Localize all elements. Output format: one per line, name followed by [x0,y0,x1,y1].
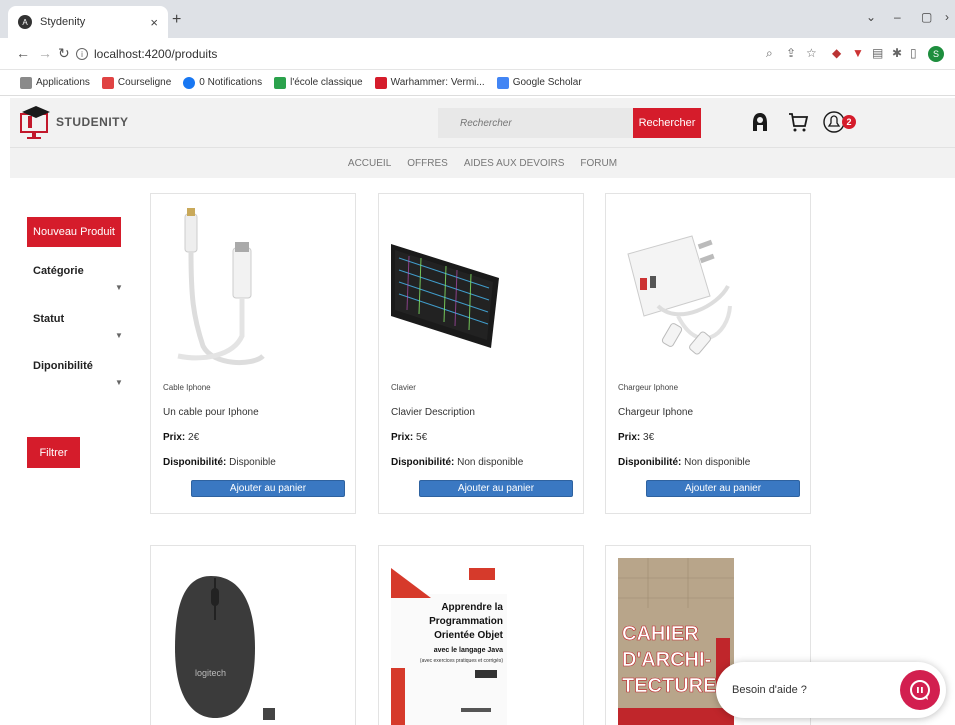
angular-icon: A [18,15,32,29]
help-chat-label: Besoin d'aide ? [732,684,807,696]
browser-tabbar: A Stydenity × + ⌄ – ▢ › [0,0,955,38]
bookmark-notifications[interactable]: 0 Notifications [183,76,262,89]
product-availability: Disponibilité: Non disponible [391,457,524,468]
product-image-cable [163,206,279,366]
minimize-icon[interactable]: – [894,10,901,24]
product-description: Clavier Description [391,407,475,418]
side-panel-icon[interactable]: ▯ [910,46,917,60]
forward-icon[interactable]: → [38,45,52,61]
svg-text:D'ARCHI-: D'ARCHI- [622,649,711,671]
ublock-icon[interactable]: ▼ [852,46,864,60]
extension-icon[interactable]: ◆ [832,46,841,60]
address-bar: ← → ↻ i localhost:4200/produits ⌕ ⇪ ☆ ◆ … [0,38,955,70]
product-description: Un cable pour Iphone [163,407,259,418]
svg-text:Programmation: Programmation [429,616,503,627]
new-tab-icon[interactable]: + [172,11,181,29]
browser-tab[interactable]: A Stydenity × [8,6,168,38]
main-nav: ACCUEIL OFFRES AIDES AUX DEVOIRS FORUM [10,148,955,178]
profile-avatar[interactable]: S [928,46,944,62]
product-card: Clavier Clavier Description Prix: 5€ Dis… [378,193,584,514]
product-image-charger [618,206,734,366]
doc-extension-icon[interactable]: ▤ [872,46,883,60]
apps-grid-icon [20,76,32,89]
add-to-cart-button[interactable]: Ajouter au panier [191,480,345,497]
product-price: Prix: 5€ [391,432,428,443]
product-card: logitech [150,545,356,725]
chevron-down-icon[interactable]: ▼ [115,378,123,387]
logo[interactable]: STUDENITY [18,104,129,140]
product-category: Cable Iphone [163,383,211,392]
product-price: Prix: 3€ [618,432,655,443]
product-image-mouse: logitech [163,558,279,725]
product-category: Clavier [391,383,416,392]
reload-icon[interactable]: ↻ [58,45,70,62]
nav-offres[interactable]: OFFRES [407,158,448,169]
scholar-icon [496,76,509,89]
add-to-cart-button[interactable]: Ajouter au panier [646,480,800,497]
search-input[interactable] [438,108,634,138]
product-description: Chargeur Iphone [618,407,694,418]
search-button[interactable]: Rechercher [633,108,701,138]
restore-icon[interactable]: ▢ [921,10,932,24]
filter-button[interactable]: Filtrer [27,437,80,468]
svg-text:avec le langage Java: avec le langage Java [434,647,503,654]
new-product-button[interactable]: Nouveau Produit [27,217,121,247]
chevron-down-icon[interactable]: ▼ [115,331,123,340]
app-header: STUDENITY Rechercher 2 [10,98,955,148]
bookmark-scholar[interactable]: Google Scholar [496,76,582,89]
url-text: localhost:4200/produits [94,47,218,61]
svg-text:TECTURE: TECTURE [622,675,716,697]
facebook-icon [183,76,196,89]
product-availability: Disponibilité: Disponible [163,457,276,468]
chat-bubble-icon[interactable] [900,670,940,710]
mouse-brand: logitech [195,668,226,678]
bookmark-courseligne[interactable]: Courseligne [101,76,171,89]
tab-close-icon[interactable]: × [150,15,158,30]
cart-icon[interactable] [787,111,809,133]
back-icon[interactable]: ← [16,45,30,61]
product-category: Chargeur Iphone [618,383,679,392]
svg-text:(avec exercices pratiques et c: (avec exercices pratiques et corrigés) [420,658,503,664]
chevron-down-icon[interactable]: ▼ [115,283,123,292]
zoom-icon[interactable]: ⌕ [766,46,773,61]
product-card: Cable Iphone Un cable pour Iphone Prix: … [150,193,356,514]
notification-badge: 2 [842,115,856,129]
tab-search-icon[interactable]: ⌄ [866,10,876,24]
brand-name: STUDENITY [56,115,129,129]
bookmarks-bar: Applications Courseligne 0 Notifications… [0,70,955,96]
svg-text:Apprendre la: Apprendre la [441,602,503,613]
filter-categorie-label[interactable]: Catégorie [33,265,84,277]
user-icon[interactable] [750,111,770,133]
extensions-puzzle-icon[interactable]: ✱ [892,46,902,60]
product-card: Apprendre la Programmation Orientée Obje… [378,545,584,725]
product-image-keyboard [391,206,507,366]
site-info-icon[interactable]: i [76,48,88,60]
svg-text:Orientée Objet: Orientée Objet [434,630,504,641]
url-field[interactable]: i localhost:4200/produits [76,43,736,65]
product-image-book-java: Apprendre la Programmation Orientée Obje… [391,558,507,725]
bookmark-applications[interactable]: Applications [20,76,90,89]
svg-text:CAHIER: CAHIER [622,623,699,645]
filter-disponibilite-label[interactable]: Diponibilité [33,360,93,372]
bookmark-star-icon[interactable]: ☆ [806,46,817,60]
courseligne-icon [101,76,114,89]
drive-icon [274,76,287,89]
share-icon[interactable]: ⇪ [786,46,796,60]
help-chat-widget[interactable]: Besoin d'aide ? [716,662,946,718]
close-window-icon[interactable]: › [945,10,949,24]
tab-title: Stydenity [40,16,86,28]
nav-forum[interactable]: FORUM [580,158,617,169]
bookmark-ecole[interactable]: l'école classique [274,76,363,89]
nav-aides[interactable]: AIDES AUX DEVOIRS [464,158,565,169]
warhammer-k-icon [374,76,387,89]
filter-statut-label[interactable]: Statut [33,313,64,325]
add-to-cart-button[interactable]: Ajouter au panier [419,480,573,497]
product-card: Chargeur Iphone Chargeur Iphone Prix: 3€… [605,193,811,514]
product-price: Prix: 2€ [163,432,200,443]
nav-accueil[interactable]: ACCUEIL [348,158,391,169]
product-image-cahier-architecture: CAHIER D'ARCHI- TECTURE [618,558,734,725]
product-availability: Disponibilité: Non disponible [618,457,751,468]
bookmark-warhammer[interactable]: Warhammer: Vermi... [374,76,485,89]
graduation-screen-icon [20,106,50,139]
